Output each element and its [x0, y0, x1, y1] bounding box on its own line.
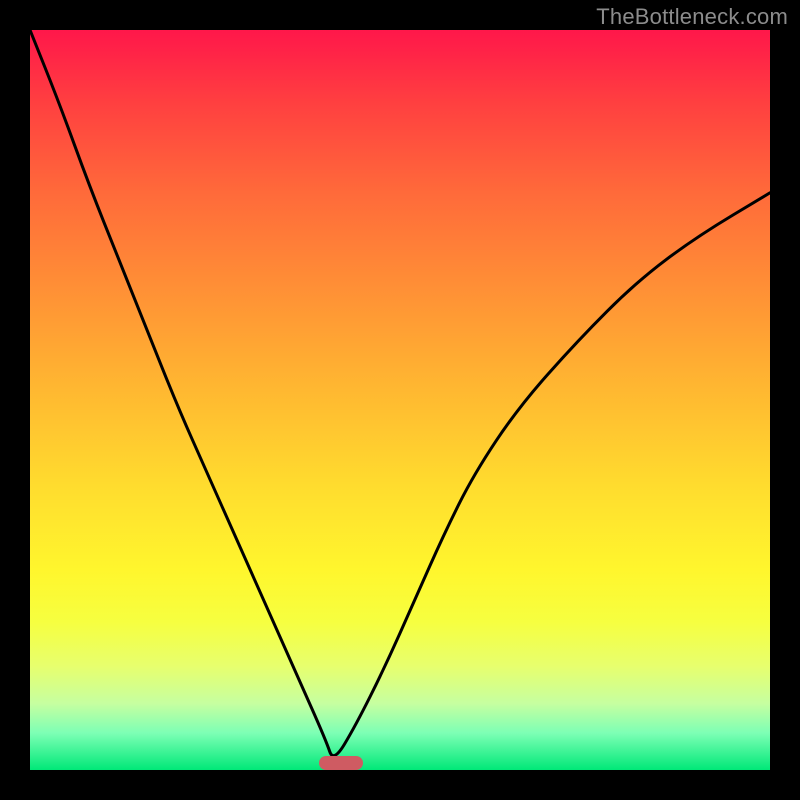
optimal-range-marker — [319, 756, 363, 770]
chart-frame: TheBottleneck.com — [0, 0, 800, 800]
watermark-text: TheBottleneck.com — [596, 4, 788, 30]
bottleneck-curve — [30, 30, 770, 770]
plot-area — [30, 30, 770, 770]
